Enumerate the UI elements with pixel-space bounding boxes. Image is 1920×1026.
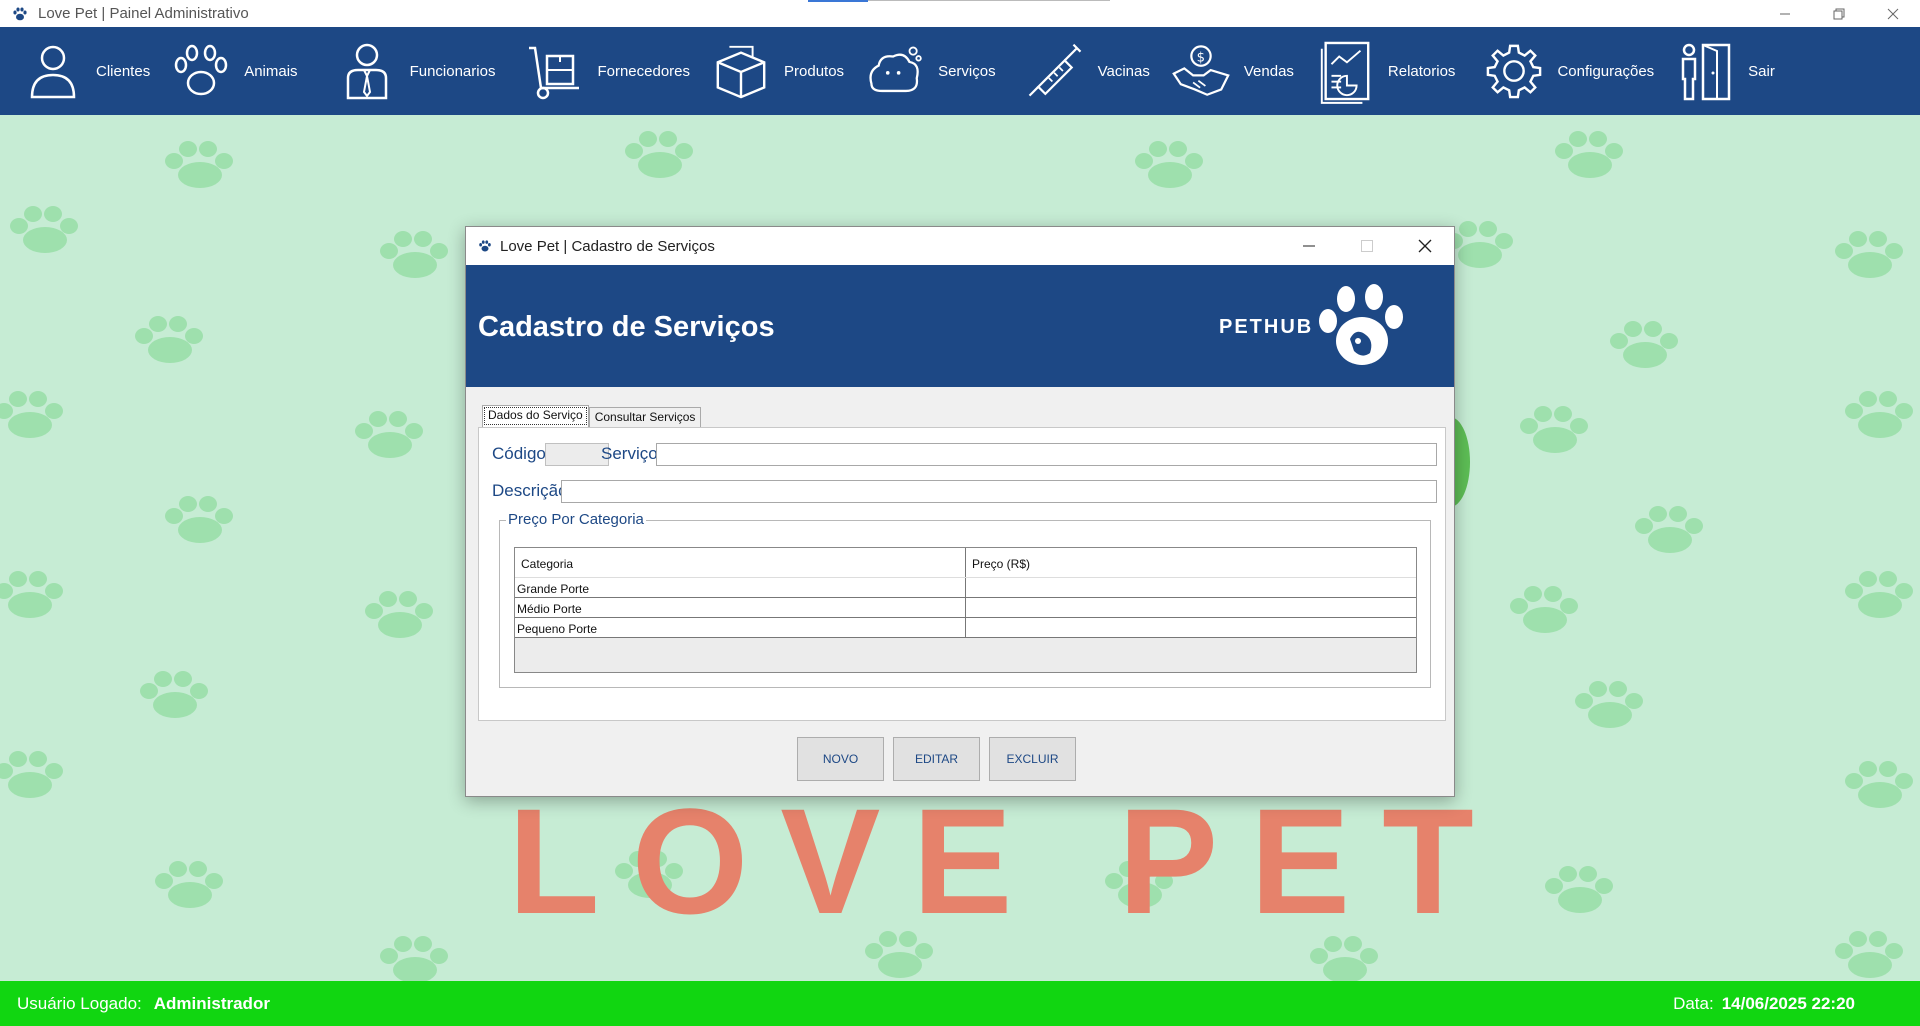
column-header-preco[interactable]: Preço (R$) — [966, 548, 1416, 577]
menu-label-configuracoes: Configurações — [1557, 62, 1655, 80]
status-bar: Usuário Logado: Administrador Data: 14/0… — [0, 981, 1920, 1026]
user-label: Usuário Logado: — [17, 993, 142, 1013]
date-label: Data: — [1673, 993, 1714, 1013]
menu-label-vendas: Vendas — [1243, 62, 1294, 80]
table-row[interactable]: Grande Porte — [515, 578, 1416, 598]
svg-text:$: $ — [1196, 50, 1204, 65]
preco-por-categoria-group: Preço Por Categoria Categoria Preço (R$)… — [499, 511, 1431, 688]
menu-item-vacinas[interactable]: Vacinas — [1026, 27, 1150, 115]
cell-categoria: Pequeno Porte — [515, 618, 966, 637]
tab-panel-dados: Código: Serviço: Descrição: Preço Por Ca… — [478, 427, 1446, 721]
excluir-button[interactable]: EXCLUIR — [989, 737, 1076, 781]
box-icon — [712, 40, 770, 102]
menu-label-clientes: Clientes — [96, 62, 151, 80]
main-titlebar: Love Pet | Painel Administrativo — [0, 0, 1920, 27]
exit-door-icon — [1676, 40, 1734, 102]
descricao-field[interactable] — [561, 480, 1437, 503]
pethub-paw-logo — [1319, 284, 1403, 365]
dialog-titlebar[interactable]: Love Pet | Cadastro de Serviços — [466, 227, 1454, 265]
table-header: Categoria Preço (R$) — [515, 548, 1416, 578]
table-row[interactable]: Pequeno Porte — [515, 618, 1416, 638]
minimize-icon — [1780, 13, 1790, 14]
codigo-field — [545, 443, 609, 466]
user-value: Administrador — [153, 993, 270, 1013]
window-title: Love Pet | Painel Administrativo — [38, 5, 249, 22]
dialog-header: Cadastro de Serviços PETHUB — [466, 265, 1454, 387]
date-display: Data: 14/06/2025 22:20 — [1673, 994, 1855, 1014]
date-value: 14/06/2025 22:20 — [1721, 993, 1855, 1013]
column-header-categoria[interactable]: Categoria — [515, 548, 966, 577]
restore-icon — [1833, 8, 1845, 19]
paw-app-icon — [479, 240, 491, 252]
menu-item-produtos[interactable]: Produtos — [712, 27, 844, 115]
minimize-icon — [1303, 245, 1315, 247]
close-icon — [1887, 8, 1899, 19]
employee-icon — [338, 40, 396, 102]
paw-app-icon — [13, 7, 27, 20]
cell-preco[interactable] — [966, 578, 1416, 597]
hand-truck-icon — [525, 40, 583, 102]
menu-item-animais[interactable]: Animais — [172, 27, 298, 115]
servico-label: Serviço: — [601, 444, 663, 463]
close-button[interactable] — [1866, 0, 1920, 27]
lovepet-logo: LOVE PET — [508, 777, 1506, 945]
dialog-controls — [1280, 227, 1454, 265]
menu-item-vendas[interactable]: $ Vendas — [1172, 27, 1294, 115]
window-controls — [1758, 0, 1920, 27]
paw-icon — [172, 40, 230, 102]
menu-label-produtos: Produtos — [784, 62, 845, 80]
tab-dados-servico[interactable]: Dados do Serviço — [482, 405, 589, 427]
gear-icon — [1485, 40, 1543, 102]
restore-button[interactable] — [1812, 0, 1866, 27]
syringe-icon — [1026, 40, 1084, 102]
dialog-title: Love Pet | Cadastro de Serviços — [500, 237, 715, 255]
menu-item-relatorios[interactable]: Relatorios — [1316, 27, 1456, 115]
menu-item-funcionarios[interactable]: Funcionarios — [338, 27, 496, 115]
table-row[interactable]: Médio Porte — [515, 598, 1416, 618]
handshake-dollar-icon: $ — [1172, 40, 1230, 102]
pethub-brand: PETHUB — [1219, 316, 1314, 338]
menu-label-funcionarios: Funcionarios — [409, 62, 496, 80]
cell-categoria: Grande Porte — [515, 578, 966, 597]
menu-item-configuracoes[interactable]: Configurações — [1485, 27, 1654, 115]
menu-label-animais: Animais — [244, 62, 298, 80]
menu-label-vacinas: Vacinas — [1097, 62, 1150, 80]
dialog-close-button[interactable] — [1396, 227, 1454, 265]
action-buttons: NOVO EDITAR EXCLUIR — [797, 737, 1085, 781]
main-menu: Clientes Animais Funcionarios Fornecedor… — [0, 27, 1920, 115]
report-icon — [1316, 40, 1374, 104]
menu-label-sair: Sair — [1748, 62, 1775, 80]
dialog-header-title: Cadastro de Serviços — [478, 311, 775, 343]
dialog-maximize-button — [1338, 227, 1396, 265]
editar-button[interactable]: EDITAR — [893, 737, 980, 781]
person-icon — [24, 40, 82, 102]
maximize-icon — [1361, 240, 1373, 252]
menu-item-servicos[interactable]: Serviços — [866, 27, 996, 115]
menu-item-clientes[interactable]: Clientes — [24, 27, 150, 115]
tab-bar: Dados do Serviço Consultar Serviços — [482, 405, 702, 427]
codigo-label: Código: — [492, 444, 551, 463]
dialog-minimize-button[interactable] — [1280, 227, 1338, 265]
price-table: Categoria Preço (R$) Grande Porte Médio … — [514, 547, 1417, 673]
menu-label-fornecedores: Fornecedores — [597, 62, 691, 80]
menu-label-servicos: Serviços — [938, 62, 996, 80]
group-title: Preço Por Categoria — [506, 511, 646, 528]
cell-preco[interactable] — [966, 598, 1416, 617]
dog-bath-icon — [866, 40, 924, 102]
cell-preco[interactable] — [966, 618, 1416, 637]
title-accent-line — [868, 0, 1110, 1]
tab-consultar-servicos[interactable]: Consultar Serviços — [588, 407, 702, 427]
menu-item-fornecedores[interactable]: Fornecedores — [525, 27, 690, 115]
close-icon — [1418, 239, 1432, 253]
cell-categoria: Médio Porte — [515, 598, 966, 617]
minimize-button[interactable] — [1758, 0, 1812, 27]
novo-button[interactable]: NOVO — [797, 737, 884, 781]
servico-field[interactable] — [656, 443, 1437, 466]
menu-label-relatorios: Relatorios — [1387, 62, 1456, 80]
menu-item-sair[interactable]: Sair — [1676, 27, 1775, 115]
cadastro-servicos-dialog: Love Pet | Cadastro de Serviços Cadastro… — [465, 226, 1455, 797]
title-accent — [808, 0, 868, 2]
